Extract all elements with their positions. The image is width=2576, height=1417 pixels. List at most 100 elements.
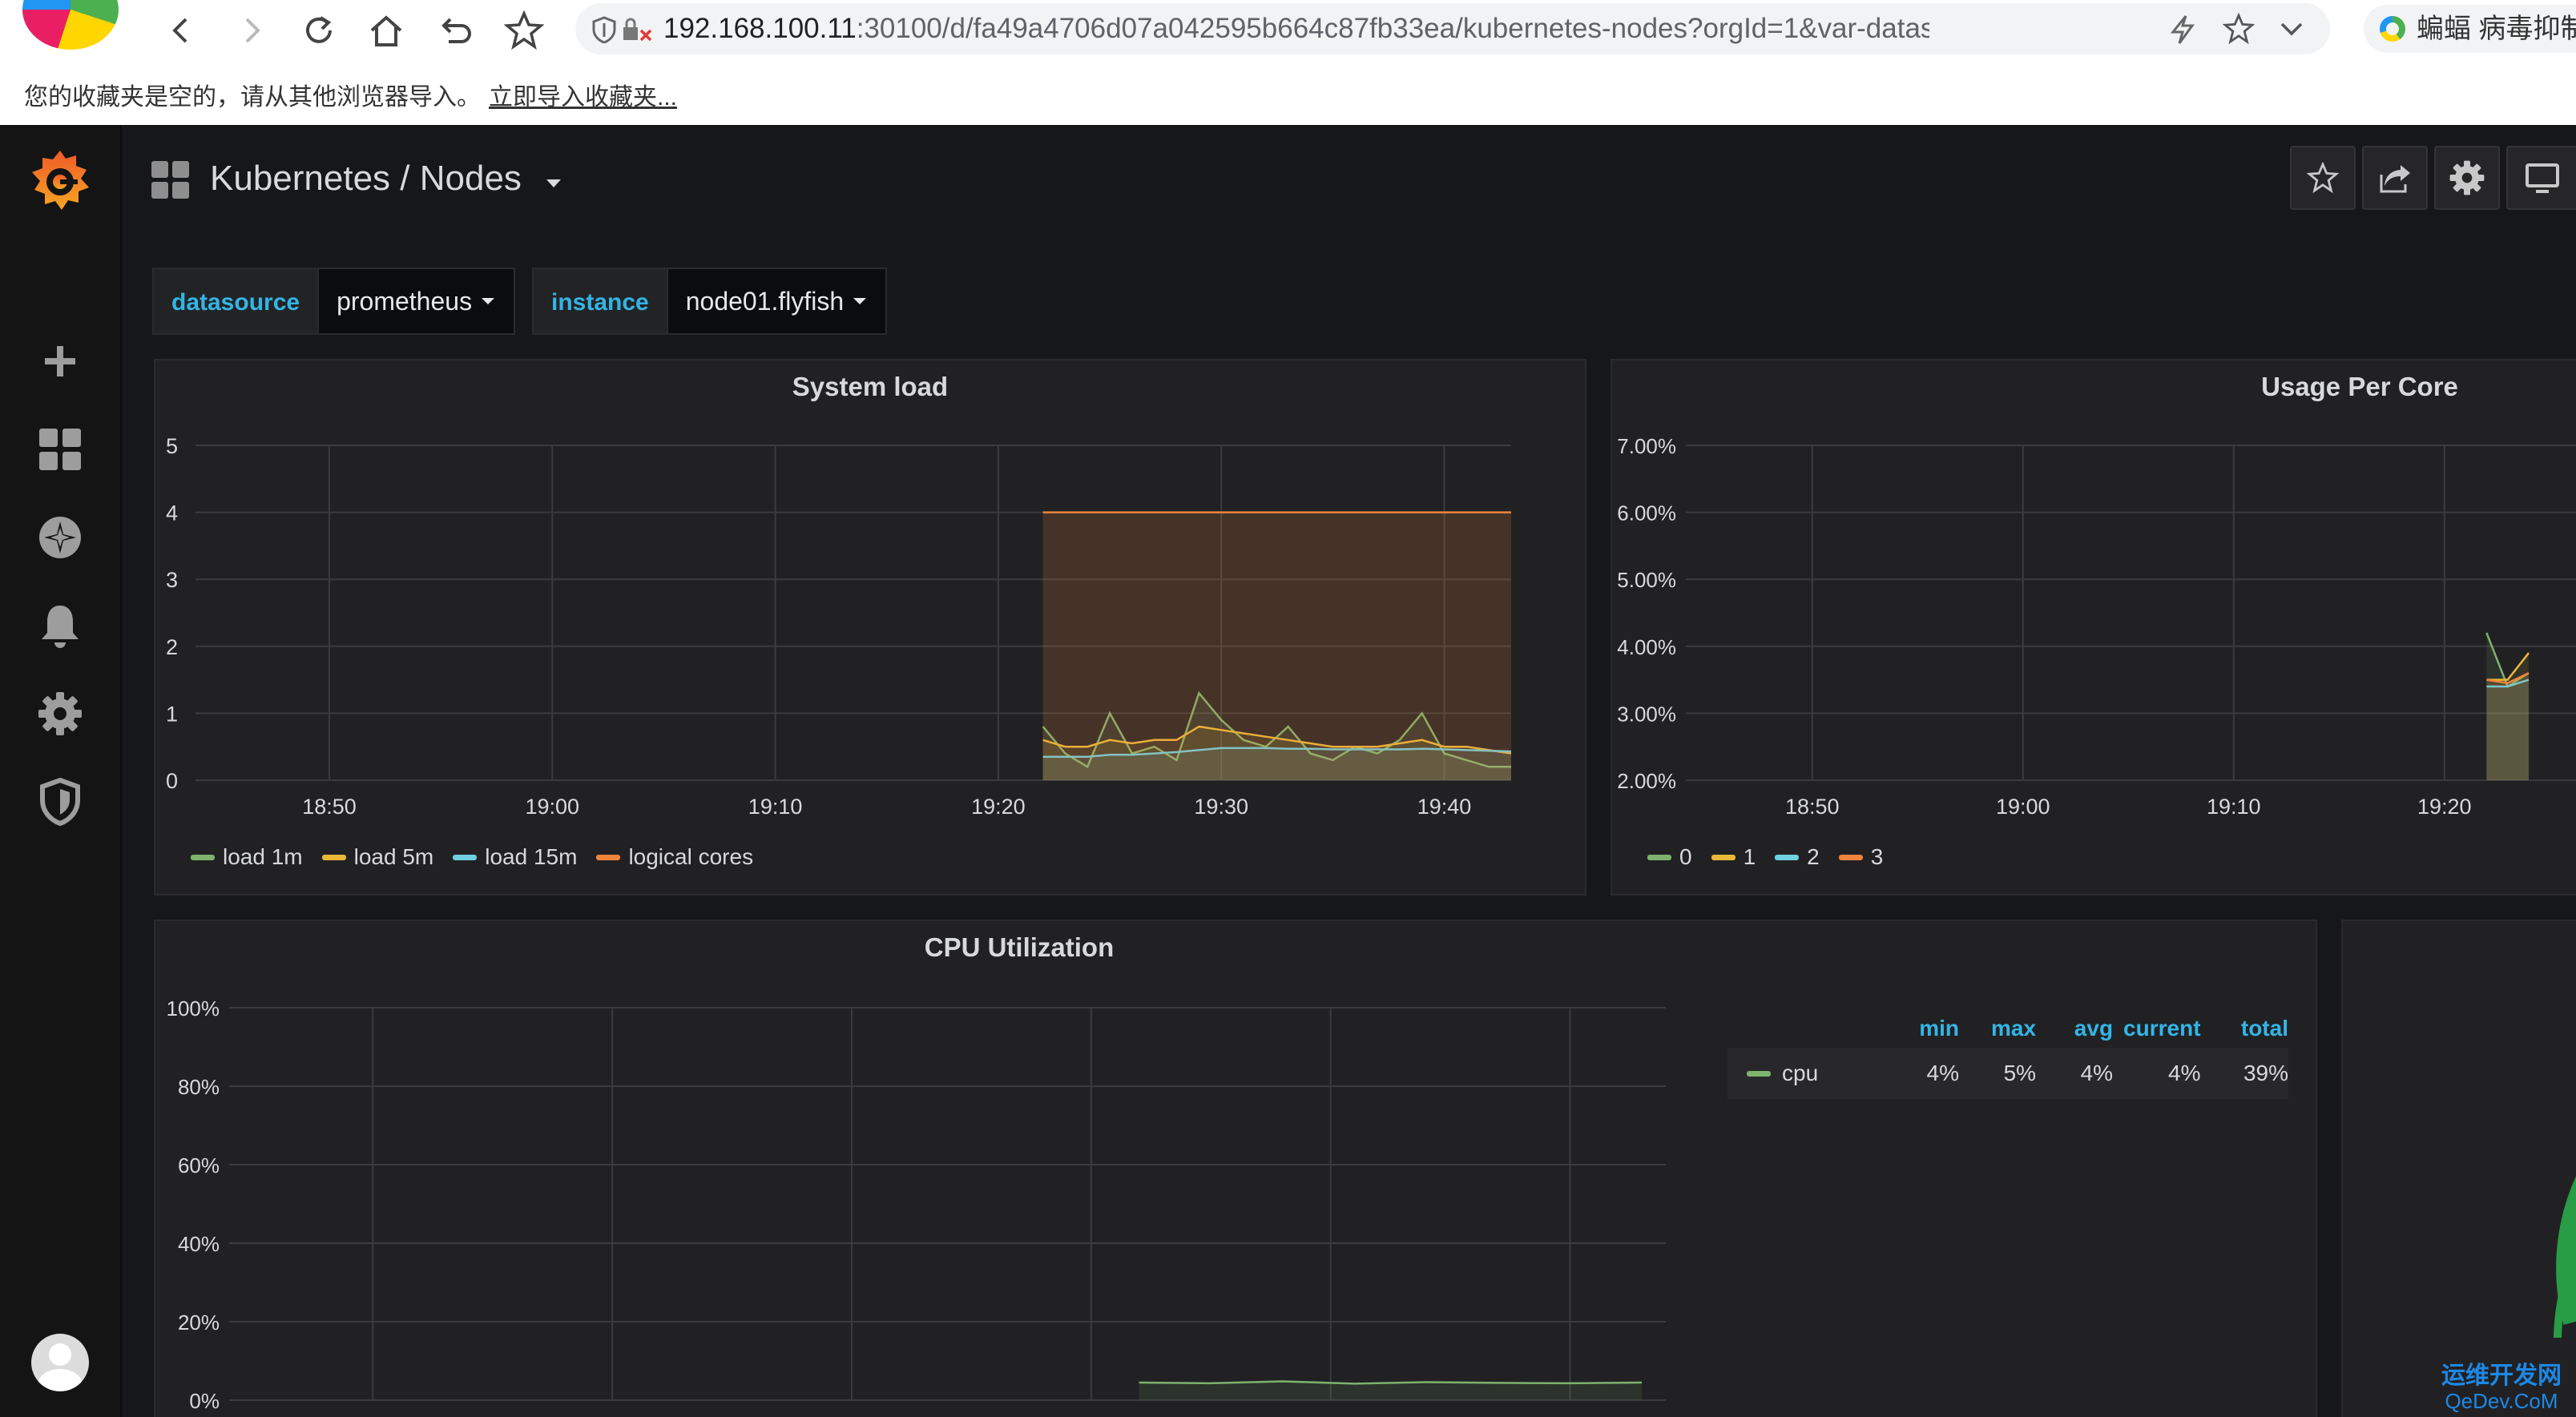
lightning-icon[interactable] — [2168, 14, 2197, 45]
y-tick-label: 100% — [167, 996, 220, 1020]
star-dashboard-button[interactable] — [2290, 146, 2356, 210]
import-bookmarks-link[interactable]: 立即导入收藏夹... — [489, 77, 677, 112]
usage-per-core-graph[interactable]: 2.00% 3.00% 4.00% 5.00% 6.00% 7.00% 18:50 19:00… — [1612, 405, 2576, 854]
browser-toolbar: 192.168.100.11:30100/d/fa49a4706d07a0425… — [0, 0, 2576, 61]
col-max[interactable]: max — [1959, 1016, 2036, 1041]
var-instance: instance node01.flyfish — [532, 268, 888, 335]
alerting-menu-item[interactable] — [0, 590, 120, 662]
var-instance-label: instance — [532, 268, 668, 335]
caret-down-icon[interactable] — [545, 178, 562, 189]
undo-button[interactable] — [429, 6, 478, 54]
legend-swatch — [1647, 854, 1671, 860]
series-name[interactable]: cpu — [1782, 1061, 1818, 1086]
x-tick-label: 18:50 — [302, 795, 357, 819]
gear-icon — [2449, 160, 2485, 195]
browser-logo-icon[interactable] — [22, 0, 119, 50]
back-button[interactable] — [157, 6, 205, 54]
y-tick-label: 2.00% — [1617, 769, 1676, 793]
legend-item[interactable]: 3 — [1838, 844, 1883, 870]
usage-per-core-panel[interactable]: Usage Per Core 2.00% 3.00% 4.00% 5.00% 6.00%… — [1611, 359, 2576, 896]
search-box[interactable]: 蝙蝠 病毒抑制 — [2364, 5, 2576, 53]
server-admin-menu-item[interactable] — [0, 766, 120, 838]
share-dashboard-button[interactable] — [2362, 146, 2428, 210]
panel-title[interactable]: System load — [155, 372, 1585, 402]
var-instance-value: node01.flyfish — [685, 287, 845, 316]
grafana-logo[interactable] — [0, 141, 120, 221]
y-tick-label: 5.00% — [1617, 568, 1676, 592]
legend-swatch — [596, 854, 621, 860]
legend-label: load 1m — [223, 844, 303, 869]
reload-button[interactable] — [295, 6, 343, 54]
legend-item[interactable]: 2 — [1775, 844, 1820, 870]
panel-title[interactable]: CPU Utilization — [155, 932, 1883, 963]
create-menu-item[interactable] — [0, 325, 120, 397]
var-instance-select[interactable]: node01.flyfish — [667, 268, 888, 335]
legend-item[interactable]: 0 — [1647, 844, 1692, 870]
user-avatar[interactable] — [0, 1326, 120, 1399]
legend-swatch — [1747, 1070, 1771, 1077]
chevron-down-icon[interactable] — [2279, 18, 2304, 40]
cpu-utilization-panel[interactable]: CPU Utilization 0% 20% 40% 60% 80% 100% min m… — [154, 920, 2317, 1417]
address-url[interactable]: 192.168.100.11:30100/d/fa49a4706d07a0425… — [663, 3, 1929, 54]
legend-swatch — [321, 854, 346, 860]
legend-label: 1 — [1743, 844, 1756, 869]
legend-item[interactable]: load 5m — [321, 844, 433, 870]
bookmark-star-button[interactable] — [500, 6, 548, 54]
configuration-menu-item[interactable] — [0, 678, 120, 750]
system-load-legend: load 1m load 5m load 15m logical cores — [191, 844, 753, 870]
dashboard-title[interactable]: Kubernetes / Nodes — [210, 159, 522, 199]
star-outline-icon — [2307, 162, 2339, 194]
y-tick-label: 20% — [178, 1310, 220, 1334]
cpu-utilization-graph[interactable]: 0% 20% 40% 60% 80% 100% — [155, 961, 1726, 1417]
col-total[interactable]: total — [2201, 1016, 2288, 1041]
legend-item[interactable]: logical cores — [596, 844, 753, 870]
legend-item[interactable]: 1 — [1711, 844, 1756, 870]
col-avg[interactable]: avg — [2036, 1016, 2113, 1041]
var-datasource-select[interactable]: prometheus — [319, 268, 516, 335]
y-tick-label: 2 — [166, 635, 178, 659]
system-load-panel[interactable]: System load 0 1 2 3 4 5 18:50 19:00 19:10 19:20 19… — [154, 359, 1586, 896]
col-current[interactable]: current — [2113, 1016, 2200, 1041]
var-datasource-label: datasource — [152, 268, 320, 335]
system-load-graph[interactable]: 0 1 2 3 4 5 18:50 19:00 19:10 19:20 19:30 19:40 — [155, 405, 1585, 854]
caret-down-icon — [482, 298, 495, 304]
explore-menu-item[interactable] — [0, 501, 120, 574]
favorite-star-icon[interactable] — [2223, 13, 2255, 45]
search-box-text: 蝙蝠 病毒抑制 — [2417, 14, 2576, 44]
bookmarks-bar: 您的收藏夹是空的，请从其他浏览器导入。 立即导入收藏夹... — [0, 61, 2576, 127]
x-tick-label: 19:10 — [748, 795, 803, 819]
series-line — [1139, 1380, 1643, 1385]
legend-swatch — [453, 854, 478, 860]
col-min[interactable]: min — [1882, 1016, 1959, 1041]
insecure-lock-icon — [623, 18, 652, 42]
legend-item[interactable]: load 15m — [453, 844, 577, 870]
y-tick-label: 3 — [166, 568, 178, 592]
panel-title[interactable]: Usage Per Core — [1612, 372, 2576, 402]
legend-swatch — [1775, 854, 1800, 860]
value-current: 4% — [2168, 1061, 2201, 1085]
usage-per-core-legend: 0 1 2 3 — [1647, 844, 1883, 870]
dashboards-menu-item[interactable] — [0, 413, 120, 485]
home-button[interactable] — [362, 6, 410, 54]
star-outline-icon — [504, 10, 544, 50]
y-tick-label: 3.00% — [1617, 702, 1676, 726]
forward-button[interactable] — [228, 6, 276, 54]
tv-mode-button[interactable] — [2506, 146, 2576, 210]
x-tick-label: 19:00 — [1996, 795, 2050, 819]
address-bar[interactable]: 192.168.100.11:30100/d/fa49a4706d07a0425… — [575, 3, 2330, 54]
watermark-line2: QeDev.CoM — [2445, 1389, 2558, 1413]
legend-item[interactable]: load 1m — [191, 844, 303, 870]
y-tick-label: 0% — [189, 1389, 220, 1413]
gear-icon — [38, 692, 82, 735]
home-icon — [370, 15, 402, 46]
compass-icon — [39, 517, 81, 558]
address-host: 192.168.100.11 — [663, 13, 857, 44]
dashboard-settings-button[interactable] — [2434, 146, 2500, 210]
legend-table-row[interactable]: cpu 4% 5% 4% 4% 39% — [1727, 1048, 2288, 1099]
shield-icon — [40, 778, 80, 826]
gauge-graph — [2554, 1176, 2576, 1339]
monitor-icon — [2526, 163, 2559, 193]
gauge-panel[interactable] — [2341, 920, 2576, 1417]
dashboard-main: Kubernetes / Nodes datasource prometheus… — [122, 125, 2576, 1417]
share-icon — [2380, 165, 2410, 193]
